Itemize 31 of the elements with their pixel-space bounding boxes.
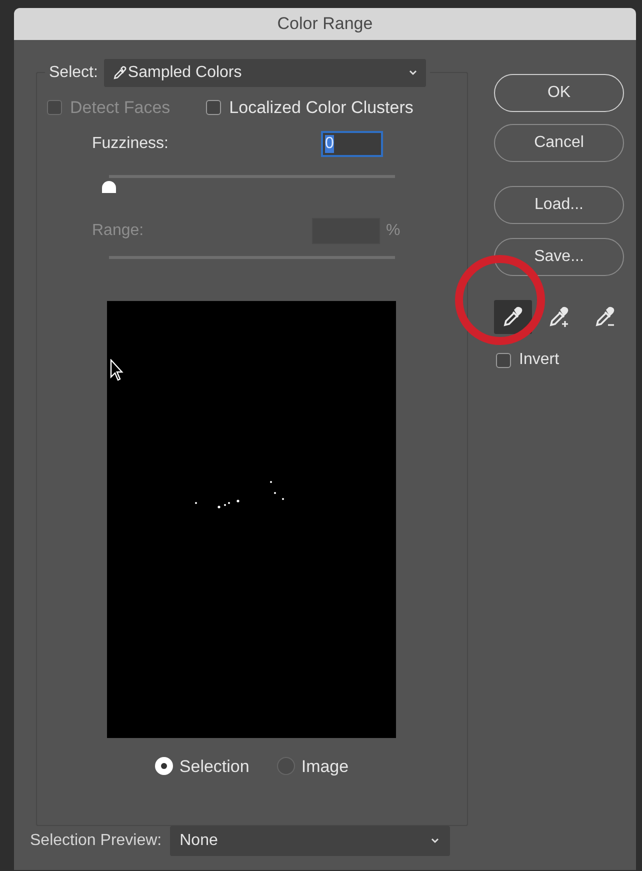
select-label: Select:	[49, 63, 98, 83]
checkbox[interactable]	[496, 352, 511, 368]
selection-preview-dropdown[interactable]: None	[170, 826, 450, 856]
checkbox[interactable]	[206, 100, 222, 116]
selection-preview-label: Selection Preview:	[30, 831, 162, 851]
chevron-down-icon	[408, 68, 418, 78]
checkbox-label: Localized Color Clusters	[229, 97, 414, 119]
radio-button[interactable]	[155, 757, 174, 776]
dialog-button[interactable]: Load...	[494, 186, 624, 224]
eyedropper-minus-icon	[593, 305, 617, 329]
chevron-down-icon	[430, 836, 440, 846]
radio-label: Image	[301, 756, 349, 778]
select-dropdown[interactable]: Sampled Colors	[104, 59, 426, 87]
dialog-button[interactable]: Cancel	[494, 124, 624, 162]
percent-sign: %	[386, 220, 400, 240]
eyedropper-icon	[112, 65, 128, 81]
dialog-button[interactable]: Save...	[494, 238, 624, 276]
range-label: Range:	[92, 220, 145, 240]
dialog-button[interactable]: OK	[494, 74, 624, 112]
eyedropper-plus-icon	[547, 305, 571, 329]
eyedropper-icon	[501, 305, 525, 329]
fuzziness-field[interactable]: 0	[321, 130, 383, 156]
cursor-icon	[110, 358, 124, 380]
fuzziness-label: Fuzziness:	[92, 134, 168, 154]
radio-button[interactable]	[277, 757, 296, 776]
checkbox-label: Detect Faces	[70, 97, 170, 119]
window-title: Color Range	[277, 13, 373, 36]
eyedropper-tool[interactable]	[494, 300, 532, 334]
radio-label: Selection	[179, 756, 250, 778]
slider-thumb[interactable]	[102, 180, 116, 192]
checkbox-label: Invert	[519, 350, 560, 370]
